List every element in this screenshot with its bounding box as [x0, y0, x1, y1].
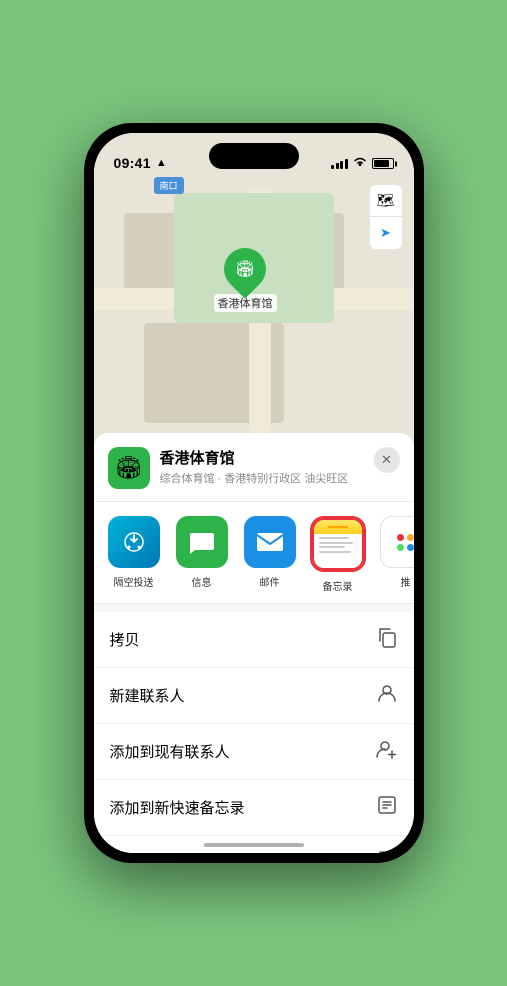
action-new-contact-label: 新建联系人	[110, 685, 185, 706]
copy-icon	[376, 626, 398, 653]
action-add-to-quick-note[interactable]: 添加到新快速备忘录	[94, 780, 414, 836]
phone-frame: 09:41 ▲	[84, 123, 424, 863]
share-label-more: 推	[401, 574, 411, 589]
share-row: 隔空投送 信息 邮件	[94, 502, 414, 604]
note-icon	[376, 794, 398, 821]
share-label-mail: 邮件	[260, 574, 280, 589]
action-quick-note-label: 添加到新快速备忘录	[110, 797, 245, 818]
person-icon	[376, 682, 398, 709]
venue-header: 🏟 香港体育馆 综合体育馆 · 香港特别行政区 油尖旺区 ✕	[94, 433, 414, 502]
share-item-messages[interactable]: 信息	[172, 516, 232, 593]
signal-icon	[331, 159, 348, 169]
map-controls: 🗺 ➤	[370, 185, 402, 249]
wifi-icon	[353, 156, 367, 171]
venue-marker: 🏟 香港体育馆	[214, 248, 277, 312]
map-landmark-label: 南口	[154, 177, 184, 194]
home-indicator	[204, 843, 304, 847]
share-item-more[interactable]: 推	[376, 516, 414, 593]
action-new-contact[interactable]: 新建联系人	[94, 668, 414, 724]
action-list: 拷贝 新建联系人 添加到现有联系人	[94, 612, 414, 853]
airdrop-icon	[108, 516, 160, 568]
action-copy-label: 拷贝	[110, 629, 140, 650]
venue-description: 综合体育馆 · 香港特别行政区 油尖旺区	[160, 470, 364, 486]
battery-icon	[372, 158, 394, 169]
action-copy[interactable]: 拷贝	[94, 612, 414, 668]
share-item-mail[interactable]: 邮件	[240, 516, 300, 593]
phone-screen: 09:41 ▲	[94, 133, 414, 853]
action-add-to-contact[interactable]: 添加到现有联系人	[94, 724, 414, 780]
notes-icon	[312, 518, 364, 570]
print-icon	[376, 850, 398, 853]
venue-info: 香港体育馆 综合体育馆 · 香港特别行政区 油尖旺区	[160, 447, 364, 486]
share-label-airdrop: 隔空投送	[114, 574, 154, 589]
venue-icon: 🏟	[108, 447, 150, 489]
venue-name: 香港体育馆	[160, 447, 364, 468]
person-add-icon	[376, 738, 398, 765]
messages-icon	[176, 516, 228, 568]
status-icons	[331, 156, 394, 171]
share-item-airdrop[interactable]: 隔空投送	[104, 516, 164, 593]
action-add-contact-label: 添加到现有联系人	[110, 741, 230, 762]
bottom-sheet: 🏟 香港体育馆 综合体育馆 · 香港特别行政区 油尖旺区 ✕ 隔空投送	[94, 433, 414, 853]
mail-icon	[244, 516, 296, 568]
share-label-messages: 信息	[192, 574, 212, 589]
dynamic-island	[209, 143, 299, 169]
status-time: 09:41	[114, 155, 151, 171]
map-layers-button[interactable]: 🗺	[370, 185, 402, 217]
location-button[interactable]: ➤	[370, 217, 402, 249]
close-button[interactable]: ✕	[374, 447, 400, 473]
share-label-notes: 备忘录	[323, 578, 353, 593]
share-item-notes[interactable]: 备忘录	[308, 516, 368, 593]
